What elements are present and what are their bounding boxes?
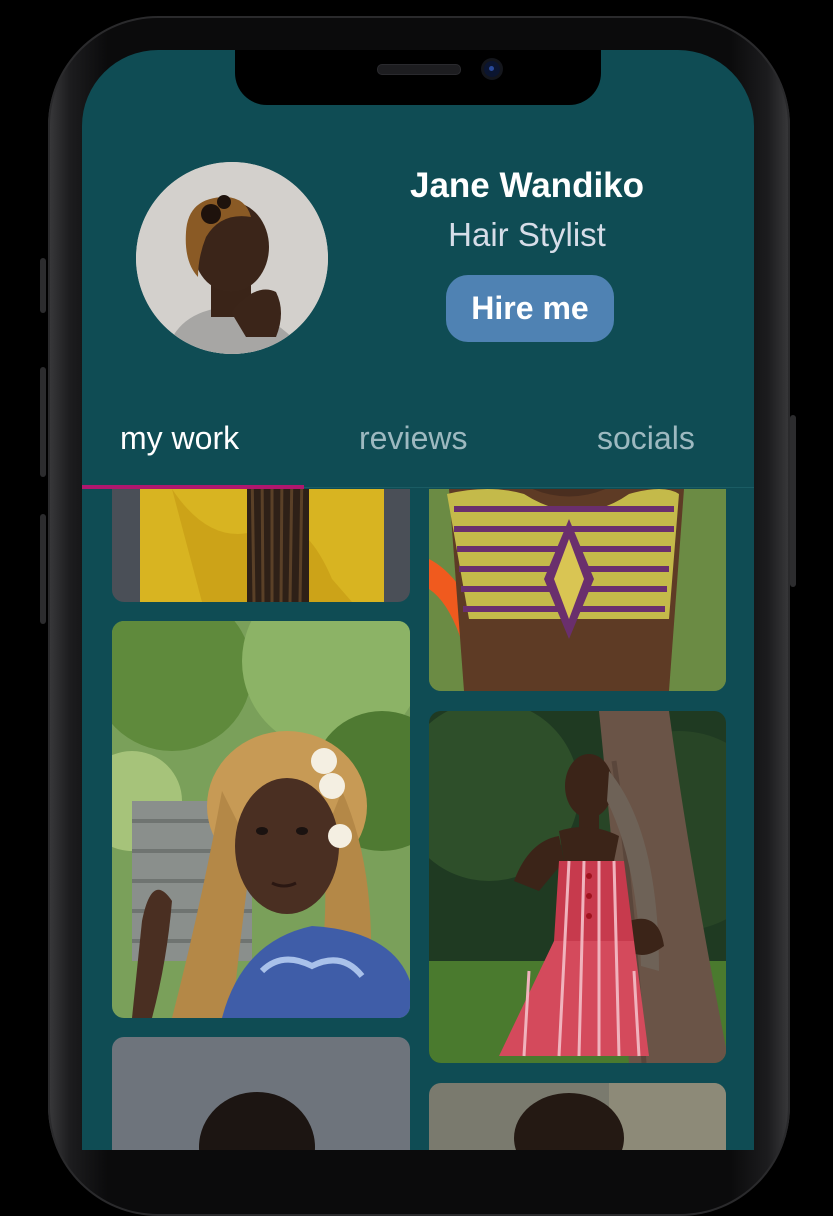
speaker-grille xyxy=(377,64,461,75)
gallery-item-patterned-dress[interactable] xyxy=(429,489,726,691)
gallery-item-outdoor-portrait[interactable] xyxy=(429,1083,726,1150)
volume-up-button xyxy=(40,367,46,477)
volume-down-button xyxy=(40,514,46,624)
avatar-image xyxy=(136,162,328,354)
front-camera xyxy=(484,61,500,77)
tabs-divider xyxy=(304,487,754,488)
profile-name: Jane Wandiko xyxy=(409,166,645,205)
hire-me-button[interactable]: Hire me xyxy=(446,275,614,342)
gallery-item-yellow-top[interactable] xyxy=(112,489,410,602)
gallery-item-braids-flowers[interactable] xyxy=(112,621,410,1018)
phone-notch xyxy=(235,50,601,105)
tab-reviews[interactable]: reviews xyxy=(359,420,467,457)
gallery-item-striped-dress[interactable] xyxy=(429,711,726,1063)
braids-flowers-portrait-photo xyxy=(112,621,410,1018)
outdoor-portrait-photo xyxy=(429,1083,726,1150)
avatar[interactable] xyxy=(136,162,328,354)
profile-role: Hair Stylist xyxy=(448,216,606,253)
app-screen: Jane Wandiko Hair Stylist Hire me my wor… xyxy=(82,50,754,1150)
grey-portrait-photo xyxy=(112,1037,410,1150)
mute-switch xyxy=(40,258,46,313)
striped-dress-tree-photo xyxy=(429,711,726,1063)
power-button xyxy=(790,415,796,587)
tab-my-work[interactable]: my work xyxy=(120,420,239,457)
patterned-dress-photo xyxy=(429,489,726,691)
yellow-top-photo xyxy=(112,489,410,602)
work-gallery xyxy=(82,489,754,1150)
tab-socials[interactable]: socials xyxy=(597,420,695,457)
gallery-item-grey-portrait[interactable] xyxy=(112,1037,410,1150)
